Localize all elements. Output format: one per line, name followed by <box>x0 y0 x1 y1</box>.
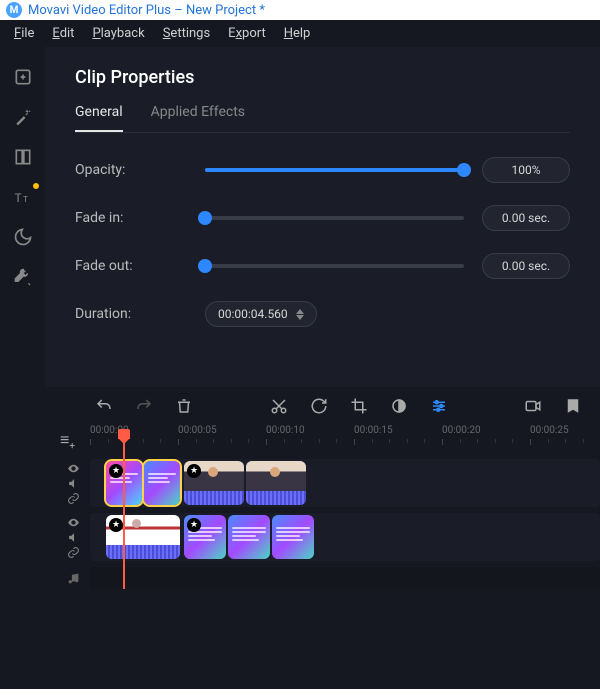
playhead[interactable] <box>123 429 125 589</box>
timeline-area: ≡+ 00:00:0000:00:0500:00:1000:00:1500:00… <box>45 387 600 689</box>
opacity-row: Opacity: 100% <box>75 157 570 183</box>
track-link-icon[interactable] <box>67 492 80 505</box>
timeline-clip[interactable] <box>272 515 314 559</box>
duration-label: Duration: <box>75 306 205 322</box>
ruler-tick: 00:00:25 <box>530 425 569 436</box>
timeline-clip[interactable] <box>246 461 306 505</box>
duration-value: 00:00:04.560 <box>218 307 288 321</box>
duration-step-down[interactable] <box>296 315 304 320</box>
opacity-label: Opacity: <box>75 162 205 178</box>
filters-icon[interactable] <box>11 145 35 169</box>
timeline-clip[interactable] <box>228 515 270 559</box>
fadein-label: Fade in: <box>75 210 205 226</box>
menubar: File Edit Playback Settings Export Help <box>0 20 600 47</box>
panel-tabs: General Applied Effects <box>75 104 570 133</box>
fadeout-value: 0.00 sec. <box>482 253 570 279</box>
add-media-icon[interactable] <box>11 65 35 89</box>
cut-icon[interactable] <box>270 397 288 415</box>
track-visibility-icon[interactable] <box>67 516 80 529</box>
timeline-clip[interactable]: ★ <box>184 515 226 559</box>
timeline-clip[interactable] <box>144 461 180 505</box>
ruler-tick: 00:00:20 <box>442 425 481 436</box>
app-logo-icon: M <box>6 2 22 18</box>
fadein-row: Fade in: 0.00 sec. <box>75 205 570 231</box>
rotate-icon[interactable] <box>310 397 328 415</box>
tab-applied-effects[interactable]: Applied Effects <box>151 104 245 132</box>
stickers-icon[interactable] <box>11 225 35 249</box>
clip-star-icon: ★ <box>109 518 123 532</box>
crop-icon[interactable] <box>350 397 368 415</box>
track-mute-icon[interactable] <box>67 477 80 490</box>
duration-row: Duration: 00:00:04.560 <box>75 301 570 327</box>
marker-icon[interactable] <box>564 397 582 415</box>
panel-title: Clip Properties <box>75 67 570 88</box>
ruler-tick: 00:00:05 <box>178 425 217 436</box>
menu-edit[interactable]: Edit <box>52 26 74 41</box>
clip-star-icon: ★ <box>187 518 201 532</box>
fadeout-row: Fade out: 0.00 sec. <box>75 253 570 279</box>
color-adjust-icon[interactable] <box>390 397 408 415</box>
svg-text:T: T <box>14 191 21 205</box>
video-track-1: ★ ★ <box>57 459 600 507</box>
fadeout-slider[interactable] <box>205 264 464 268</box>
menu-help[interactable]: Help <box>284 26 311 41</box>
more-tools-icon[interactable] <box>11 265 35 289</box>
delete-icon[interactable] <box>175 397 193 415</box>
clip-star-icon: ★ <box>109 464 123 478</box>
titlebar: M Movavi Video Editor Plus – New Project… <box>0 0 600 20</box>
duration-step-up[interactable] <box>296 309 304 314</box>
svg-text:T: T <box>23 195 28 205</box>
record-icon[interactable] <box>524 397 542 415</box>
timeline-ruler[interactable]: ≡+ 00:00:0000:00:0500:00:1000:00:1500:00… <box>90 425 600 453</box>
tab-general[interactable]: General <box>75 104 123 132</box>
menu-playback[interactable]: Playback <box>92 26 144 41</box>
menu-settings[interactable]: Settings <box>163 26 210 41</box>
fadein-value: 0.00 sec. <box>482 205 570 231</box>
duration-input[interactable]: 00:00:04.560 <box>205 301 317 327</box>
window-title: Movavi Video Editor Plus – New Project * <box>28 3 265 18</box>
audio-track-body[interactable] <box>90 567 600 589</box>
timeline-clip[interactable]: ★ <box>106 515 180 559</box>
undo-icon[interactable] <box>95 397 113 415</box>
track-visibility-icon[interactable] <box>67 462 80 475</box>
clip-properties-icon[interactable] <box>430 397 448 415</box>
ruler-tick: 00:00:15 <box>354 425 393 436</box>
timeline-clip[interactable]: ★ <box>184 461 244 505</box>
clip-star-icon: ★ <box>187 464 201 478</box>
menu-file[interactable]: File <box>14 26 34 41</box>
titles-icon[interactable]: TT <box>11 185 35 209</box>
video-track-2: ★ ★ <box>57 513 600 561</box>
redo-icon[interactable] <box>135 397 153 415</box>
ruler-tick: 00:00:10 <box>266 425 305 436</box>
sidebar: TT <box>0 47 45 689</box>
menu-export[interactable]: Export <box>228 26 266 41</box>
add-track-button[interactable]: ≡+ <box>60 430 75 452</box>
fadein-slider[interactable] <box>205 216 464 220</box>
timeline-toolbar <box>45 387 600 425</box>
track-link-icon[interactable] <box>67 546 80 559</box>
fadeout-label: Fade out: <box>75 258 205 274</box>
clip-properties-panel: Clip Properties General Applied Effects … <box>45 47 600 387</box>
timeline-tracks: ★ ★ ★ ★ <box>57 459 600 589</box>
wand-icon[interactable] <box>11 105 35 129</box>
audio-track <box>57 567 600 589</box>
track-mute-icon[interactable] <box>67 531 80 544</box>
opacity-slider[interactable] <box>205 168 464 172</box>
opacity-value: 100% <box>482 157 570 183</box>
music-track-icon <box>67 572 80 585</box>
